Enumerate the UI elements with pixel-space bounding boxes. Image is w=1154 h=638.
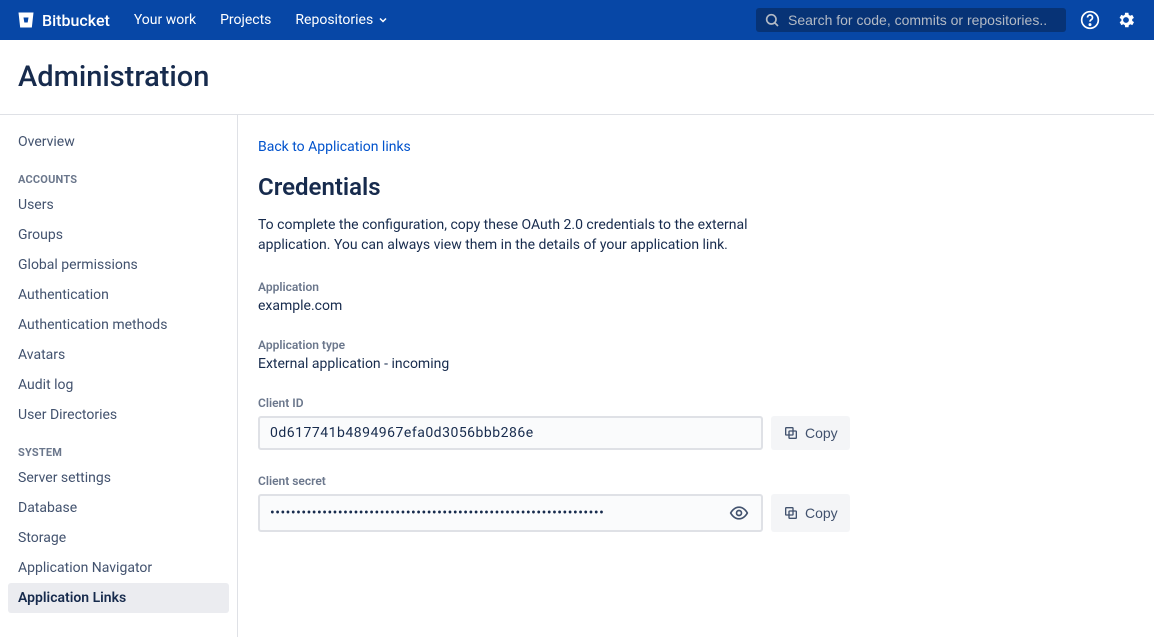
- copy-icon: [783, 425, 799, 441]
- sidebar-item-users[interactable]: Users: [8, 190, 229, 220]
- nav-projects[interactable]: Projects: [220, 12, 271, 28]
- product-name: Bitbucket: [42, 11, 110, 30]
- search-icon: [764, 12, 780, 28]
- sidebar-item-overview[interactable]: Overview: [8, 127, 229, 157]
- copy-client-id-button[interactable]: Copy: [771, 416, 850, 450]
- credentials-heading: Credentials: [258, 173, 1118, 201]
- top-nav: Bitbucket Your work Projects Repositorie…: [0, 0, 1154, 40]
- sidebar-item-global-permissions[interactable]: Global permissions: [8, 250, 229, 280]
- nav-right: [756, 8, 1138, 32]
- client-id-label: Client ID: [258, 396, 1118, 410]
- sidebar-item-storage[interactable]: Storage: [8, 523, 229, 553]
- sidebar: OverviewACCOUNTSUsersGroupsGlobal permis…: [0, 115, 238, 637]
- sidebar-item-groups[interactable]: Groups: [8, 220, 229, 250]
- application-label: Application: [258, 280, 1118, 294]
- credentials-description: To complete the configuration, copy thes…: [258, 215, 818, 256]
- sidebar-section-accounts: ACCOUNTS: [8, 157, 229, 190]
- nav-repositories[interactable]: Repositories: [295, 12, 389, 28]
- sidebar-item-user-directories[interactable]: User Directories: [8, 400, 229, 430]
- client-id-value: 0d617741b4894967efa0d3056bbb286e: [270, 425, 534, 441]
- settings-button[interactable]: [1114, 8, 1138, 32]
- product-logo[interactable]: Bitbucket: [16, 10, 110, 30]
- client-id-field[interactable]: 0d617741b4894967efa0d3056bbb286e: [258, 416, 763, 450]
- copy-client-secret-button[interactable]: Copy: [771, 494, 850, 532]
- client-secret-field[interactable]: ••••••••••••••••••••••••••••••••••••••••…: [258, 494, 763, 532]
- client-secret-value: ••••••••••••••••••••••••••••••••••••••••…: [270, 505, 604, 521]
- sidebar-item-application-navigator[interactable]: Application Navigator: [8, 553, 229, 583]
- application-value: example.com: [258, 298, 1118, 314]
- back-link[interactable]: Back to Application links: [258, 139, 411, 155]
- sidebar-item-database[interactable]: Database: [8, 493, 229, 523]
- search-box[interactable]: [756, 8, 1066, 32]
- copy-icon: [783, 505, 799, 521]
- client-secret-label: Client secret: [258, 474, 1118, 488]
- nav-your-work[interactable]: Your work: [134, 12, 196, 28]
- nav-links: Your work Projects Repositories: [134, 12, 756, 28]
- search-input[interactable]: [788, 12, 1058, 28]
- sidebar-item-application-links[interactable]: Application Links: [8, 583, 229, 613]
- sidebar-section-system: SYSTEM: [8, 430, 229, 463]
- sidebar-item-authentication-methods[interactable]: Authentication methods: [8, 310, 229, 340]
- main-content: Back to Application links Credentials To…: [238, 115, 1138, 637]
- bitbucket-icon: [16, 10, 36, 30]
- page-title: Administration: [18, 60, 1136, 94]
- chevron-down-icon: [377, 14, 389, 26]
- application-type-label: Application type: [258, 338, 1118, 352]
- reveal-secret-button[interactable]: [727, 503, 751, 523]
- help-button[interactable]: [1078, 8, 1102, 32]
- sidebar-item-audit-log[interactable]: Audit log: [8, 370, 229, 400]
- application-type-value: External application - incoming: [258, 356, 1118, 372]
- sidebar-item-authentication[interactable]: Authentication: [8, 280, 229, 310]
- sidebar-item-avatars[interactable]: Avatars: [8, 340, 229, 370]
- page-header: Administration: [0, 40, 1154, 115]
- sidebar-item-server-settings[interactable]: Server settings: [8, 463, 229, 493]
